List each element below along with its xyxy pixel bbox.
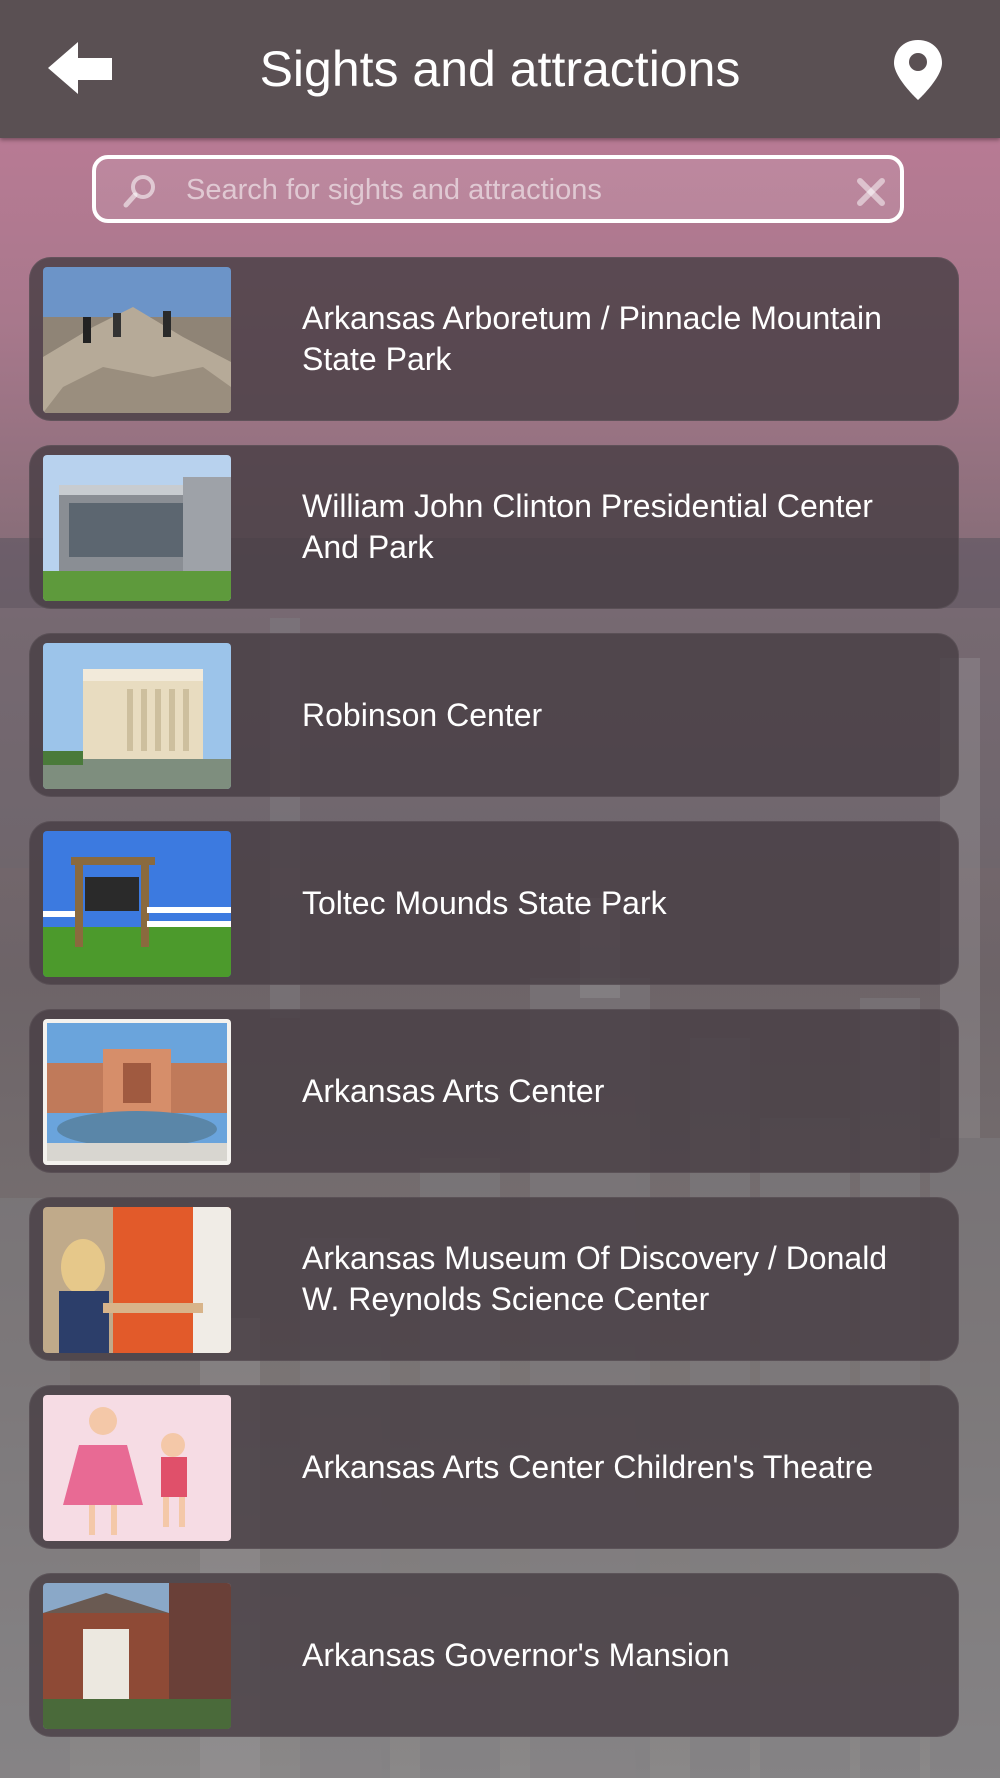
arrow-left-icon [48,42,112,94]
attraction-thumbnail [43,1019,231,1165]
search-icon [123,175,155,208]
attraction-name: Arkansas Arts Center [302,1072,605,1109]
attraction-thumbnail [43,643,231,789]
list-item[interactable]: Arkansas Museum Of Discovery / Donald W.… [29,1197,959,1361]
attraction-thumbnail [43,1207,231,1353]
attraction-name: Toltec Mounds State Park [302,884,667,921]
attraction-thumbnail [43,1583,231,1729]
list-item[interactable]: William John Clinton Presidential Center… [29,445,959,609]
attraction-name: Arkansas Arboretum / Pinnacle Mountain S… [302,300,882,377]
attraction-thumbnail [43,267,231,413]
list-item[interactable]: Arkansas Governor's Mansion [29,1573,959,1737]
list-item[interactable]: Toltec Mounds State Park [29,821,959,985]
attraction-name: William John Clinton Presidential Center… [302,488,873,565]
list-item[interactable]: Robinson Center [29,633,959,797]
clear-search-icon[interactable] [854,175,888,209]
attraction-thumbnail [43,831,231,977]
list-item[interactable]: Arkansas Arboretum / Pinnacle Mountain S… [29,257,959,421]
attractions-list: Arkansas Arboretum / Pinnacle Mountain S… [29,257,959,1761]
attraction-thumbnail [43,1395,231,1541]
list-item[interactable]: Arkansas Arts Center [29,1009,959,1173]
page-title: Sights and attractions [259,41,741,97]
attraction-name: Arkansas Museum Of Discovery / Donald W.… [302,1240,888,1317]
map-pin-icon [894,40,942,100]
attraction-thumbnail [43,455,231,601]
header-bar: Sights and attractions [0,0,1000,138]
list-item[interactable]: Arkansas Arts Center Children's Theatre [29,1385,959,1549]
search-bar [92,155,904,223]
search-input[interactable] [184,167,808,213]
attraction-name: Arkansas Governor's Mansion [302,1636,730,1673]
attraction-name: Arkansas Arts Center Children's Theatre [302,1448,874,1485]
back-button[interactable] [44,38,116,102]
map-button[interactable] [890,38,946,104]
attraction-name: Robinson Center [302,696,543,733]
